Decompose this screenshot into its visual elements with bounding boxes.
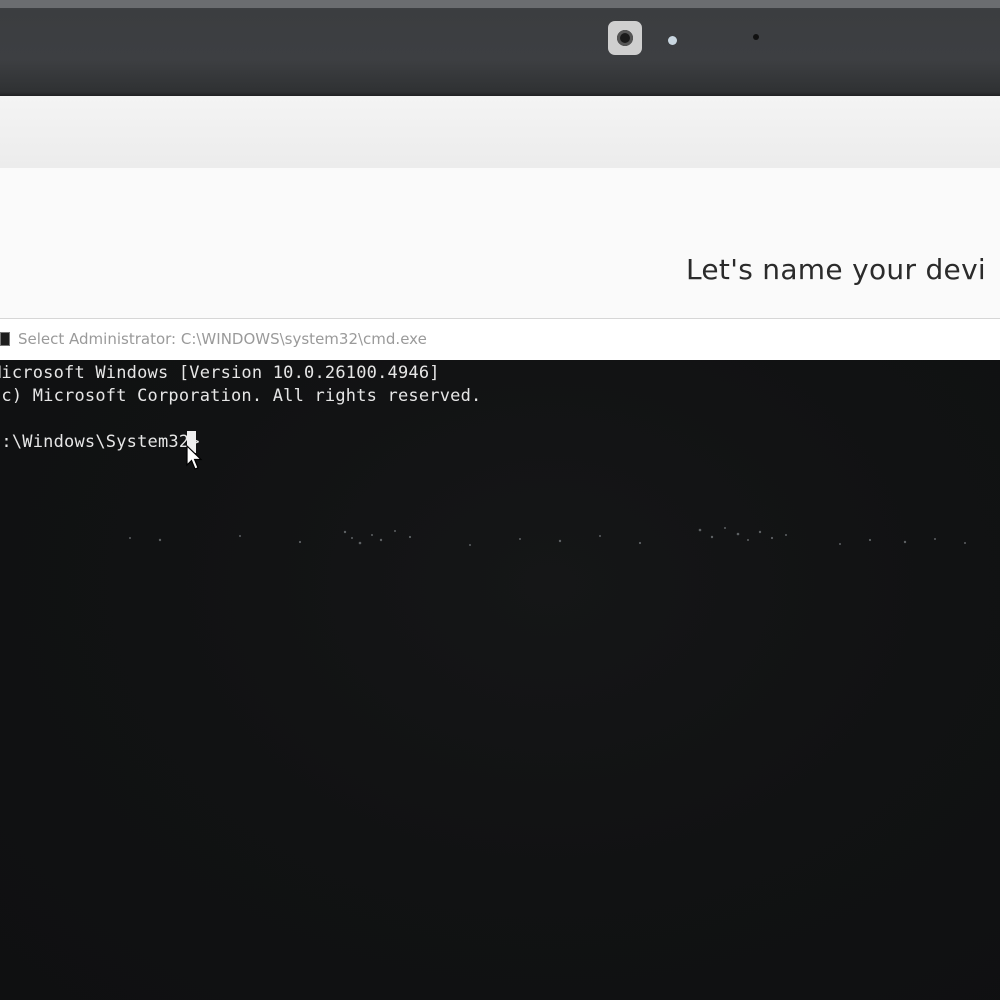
cmd-window-icon xyxy=(0,332,10,346)
bezel-top-edge xyxy=(0,0,1000,8)
setup-page-title: Let's name your devi xyxy=(686,253,987,286)
cmd-console[interactable]: Microsoft Windows [Version 10.0.26100.49… xyxy=(0,360,1000,1000)
console-line-copyright: (c) Microsoft Corporation. All rights re… xyxy=(0,386,482,406)
webcam-icon xyxy=(608,21,642,55)
cmd-window-title: Select Administrator: C:\WINDOWS\system3… xyxy=(18,330,427,348)
mouse-pointer-icon xyxy=(186,445,203,470)
indicator-light xyxy=(668,36,677,45)
webcam-lens xyxy=(617,30,633,46)
setup-page: Let's name your devi xyxy=(0,168,1000,318)
sensor-dot xyxy=(753,34,759,40)
screen-dust-speckles xyxy=(129,527,966,546)
laptop-screen: Let's name your devi Select Administrato… xyxy=(0,96,1000,1000)
setup-header-bar xyxy=(0,96,1000,169)
console-line-version: Microsoft Windows [Version 10.0.26100.49… xyxy=(0,363,440,383)
laptop-bezel xyxy=(0,0,1000,96)
cmd-title-bar[interactable]: Select Administrator: C:\WINDOWS\system3… xyxy=(0,318,1000,361)
console-prompt[interactable]: C:\Windows\System32> xyxy=(0,432,200,452)
